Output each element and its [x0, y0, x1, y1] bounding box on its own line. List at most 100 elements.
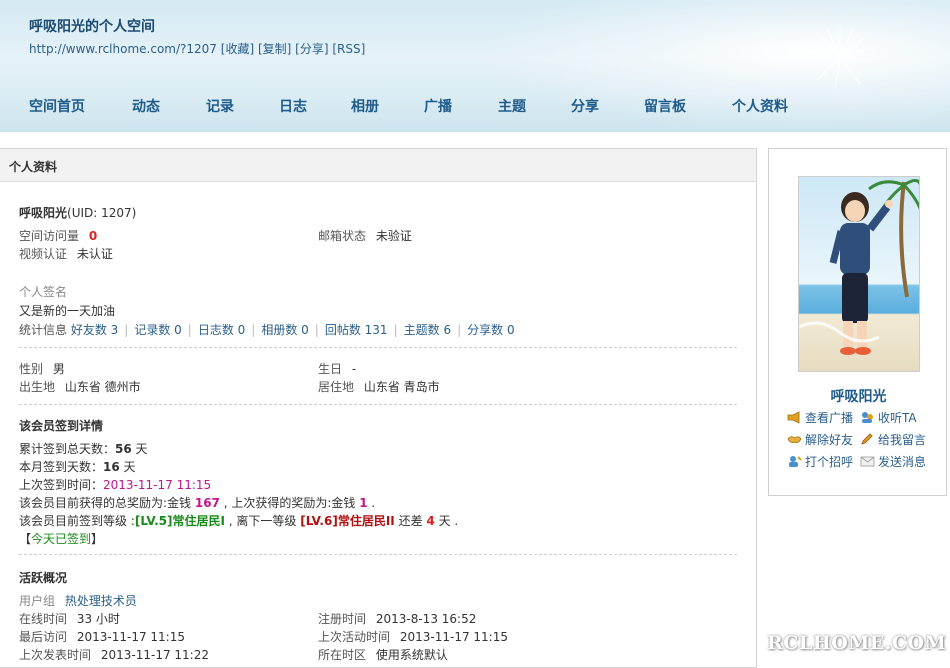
- stat-albums[interactable]: 相册数 0: [261, 323, 308, 337]
- nav-topics[interactable]: 主题: [498, 96, 526, 116]
- space-url-link[interactable]: http://www.rclhome.com/?1207: [29, 42, 217, 56]
- follow-users-icon: [862, 412, 873, 423]
- signin-last: 上次签到时间：2013-11-17 11:15: [19, 476, 211, 493]
- reward-end: .: [367, 496, 376, 510]
- level-end: 天 .: [434, 514, 459, 528]
- avatar[interactable]: [798, 176, 920, 372]
- follow-action[interactable]: 收听TA: [860, 409, 917, 426]
- timezone-value: 使用系统默认: [375, 648, 448, 662]
- signin-total-label: 累计签到总天数：: [19, 442, 116, 456]
- nav-blog[interactable]: 日志: [279, 96, 307, 116]
- signin-month-value: 16: [103, 460, 120, 474]
- share-link[interactable]: [分享]: [295, 42, 328, 56]
- space-title: 呼吸阳光的个人空间: [29, 19, 155, 35]
- visits-row: 空间访问量 0: [19, 227, 97, 244]
- reward-mid-label: , 上次获得的奖励为:金钱: [219, 496, 360, 510]
- profile-name-line: 呼吸阳光(UID: 1207): [19, 204, 136, 221]
- birthplace-value: 山东省 德州市: [64, 380, 141, 394]
- birthplace-label: 出生地: [19, 380, 56, 394]
- signin-last-label: 上次签到时间：: [19, 478, 104, 492]
- signin-level: 该会员目前签到等级 :[LV.5]常住居民I , 离下一等级 [LV.6]常住居…: [19, 512, 458, 529]
- stat-friends[interactable]: 好友数 3: [71, 323, 118, 337]
- copy-link[interactable]: [复制]: [258, 42, 291, 56]
- user-card-name[interactable]: 呼吸阳光: [769, 386, 948, 406]
- group-row: 用户组 热处理技术员: [19, 592, 137, 609]
- nav-album[interactable]: 相册: [351, 96, 379, 116]
- birthday-label: 生日: [318, 362, 343, 376]
- megaphone-icon: [787, 411, 800, 424]
- avatar-illustration: [799, 179, 919, 355]
- signin-month-label: 本月签到天数：: [19, 460, 104, 474]
- reward-total: 167: [194, 496, 220, 510]
- signin-total-unit: 天: [131, 442, 148, 456]
- register-label: 注册时间: [318, 612, 367, 626]
- last-post-label: 上次发表时间: [19, 648, 92, 662]
- stat-blogs[interactable]: 日志数 0: [198, 323, 245, 337]
- bracket-close: 】: [91, 532, 104, 546]
- nav-home[interactable]: 空间首页: [29, 96, 85, 116]
- stats-label: 统计信息: [19, 323, 68, 337]
- profile-name: 呼吸阳光: [19, 206, 68, 220]
- online-value: 33 小时: [76, 612, 120, 626]
- birthplace-row: 出生地 山东省 德州市: [19, 378, 141, 395]
- nav-guestbook[interactable]: 留言板: [644, 96, 686, 116]
- timezone-row: 所在时区 使用系统默认: [318, 646, 448, 663]
- signin-reward: 该会员目前获得的总奖励为:金钱 167 , 上次获得的奖励为:金钱 1 .: [19, 494, 375, 511]
- greet-action[interactable]: 打个招呼: [787, 453, 853, 470]
- send-message-action[interactable]: 发送消息: [860, 453, 926, 470]
- video-label: 视频认证: [19, 247, 68, 261]
- divider: [19, 554, 737, 555]
- signin-month-unit: 天: [119, 460, 136, 474]
- reward-last: 1: [359, 496, 368, 510]
- stat-topics[interactable]: 主题数 6: [404, 323, 451, 337]
- nav-records[interactable]: 记录: [206, 96, 234, 116]
- last-active-value: 2013-11-17 11:15: [399, 630, 508, 644]
- signin-total: 累计签到总天数：56 天: [19, 440, 148, 457]
- video-row: 视频认证 未认证: [19, 245, 113, 262]
- email-value: 未验证: [375, 229, 412, 243]
- last-post-row: 上次发表时间 2013-11-17 11:22: [19, 646, 209, 663]
- follow-label: 收听TA: [878, 411, 917, 425]
- leave-message-label: 给我留言: [878, 433, 927, 447]
- leave-message-action[interactable]: 给我留言: [860, 431, 926, 448]
- view-broadcast-action[interactable]: 查看广播: [787, 409, 853, 426]
- pencil-icon: [861, 433, 873, 445]
- bracket-open: 【: [19, 532, 32, 546]
- visits-value: 0: [88, 229, 98, 243]
- stat-shares[interactable]: 分享数 0: [467, 323, 514, 337]
- nav-feed[interactable]: 动态: [132, 96, 160, 116]
- nav-profile[interactable]: 个人资料: [732, 96, 788, 116]
- gender-label: 性别: [19, 362, 44, 376]
- dandelion-icon: [810, 27, 872, 89]
- signin-today-status: 今天已签到: [31, 532, 92, 546]
- rss-link[interactable]: [RSS]: [332, 42, 365, 56]
- online-label: 在线时间: [19, 612, 68, 626]
- nav-broadcast[interactable]: 广播: [424, 96, 452, 116]
- group-value-link[interactable]: 热处理技术员: [65, 594, 137, 608]
- stats-row: 统计信息 好友数 3 | 记录数 0 | 日志数 0 | 相册数 0 | 回帖数 131 | 主题数…: [19, 323, 515, 337]
- stat-records[interactable]: 记录数 0: [134, 323, 181, 337]
- header-background: [480, 0, 950, 131]
- group-label: 用户组: [19, 594, 56, 608]
- unfriend-action[interactable]: 解除好友: [787, 431, 853, 448]
- divider: [19, 347, 737, 348]
- space-header: 呼吸阳光的个人空间 http://www.rclhome.com/?1207 […: [0, 0, 950, 132]
- divider: [19, 404, 737, 405]
- handshake-icon: [787, 436, 802, 443]
- stat-replies[interactable]: 回帖数 131: [325, 323, 388, 337]
- level-next: [LV.6]常住居民II: [300, 514, 395, 528]
- nav-share[interactable]: 分享: [571, 96, 599, 116]
- gender-value: 男: [52, 362, 65, 376]
- email-label: 邮箱状态: [318, 229, 367, 243]
- greet-label: 打个招呼: [805, 455, 854, 469]
- signin-total-value: 56: [115, 442, 132, 456]
- site-watermark: RCLHOME.COM: [767, 632, 947, 654]
- last-visit-label: 最后访问: [19, 630, 68, 644]
- level-current: [LV.5]常住居民I: [134, 514, 225, 528]
- last-visit-value: 2013-11-17 11:15: [76, 630, 185, 644]
- favorite-link[interactable]: [收藏]: [221, 42, 254, 56]
- visits-label: 空间访问量: [19, 229, 80, 243]
- signin-title: 该会员签到详情: [19, 419, 104, 433]
- level-diff-label: 还差: [394, 514, 427, 528]
- residence-row: 居住地 山东省 青岛市: [318, 378, 440, 395]
